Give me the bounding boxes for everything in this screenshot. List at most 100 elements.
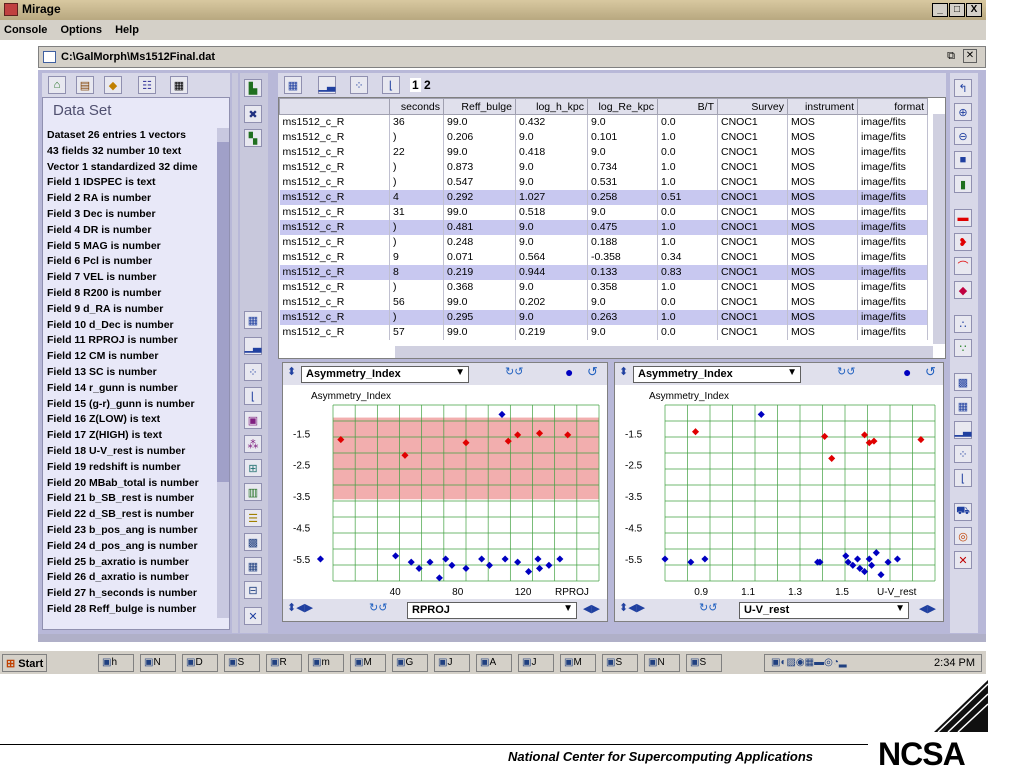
field-list-item[interactable]: Field 28 Reff_bulge is number	[47, 602, 217, 618]
stack-icon[interactable]: ☰	[244, 509, 262, 527]
field-list-item[interactable]: Field 6 Pcl is number	[47, 254, 217, 270]
axis-swap-icon[interactable]: ⬍◀▶	[619, 601, 645, 614]
field-list-item[interactable]: Field 19 redshift is number	[47, 460, 217, 476]
field-list-item[interactable]: Vector 1 standardized 32 dime	[47, 160, 217, 176]
table-row[interactable]: ms1512_c_R 36 99.0 0.432 9.0 0.0 CNOC1 MOS image…	[279, 114, 928, 130]
taskbar-button[interactable]: ▣S	[602, 654, 638, 672]
scatter-plot-2[interactable]: -1.5 -2.5 -3.5 -4.5 -5.5 Asymmetry_Index 0.9 1.…	[615, 385, 945, 601]
field-list-item[interactable]: Field 5 MAG is number	[47, 239, 217, 255]
zoom-out-icon[interactable]: ⊖	[954, 127, 972, 145]
field-list-item[interactable]: Field 12 CM is number	[47, 349, 217, 365]
table-row[interactable]: ms1512_c_R) 0.481 9.0 0.475 1.0 CNOC1 MOS image…	[279, 219, 928, 235]
open-icon[interactable]: ▚	[244, 129, 262, 147]
column-header[interactable]: log_Re_kpc	[587, 98, 658, 115]
bars-icon[interactable]: ▥	[244, 483, 262, 501]
table-row[interactable]: ms1512_c_R 56 99.0 0.202 9.0 0.0 CNOC1 MOS image…	[279, 294, 928, 310]
taskbar-button[interactable]: ▣S	[686, 654, 722, 672]
taskbar-button[interactable]: ▣m	[308, 654, 344, 672]
field-list-item[interactable]: 43 fields 32 number 10 text	[47, 144, 217, 160]
field-list-item[interactable]: Field 15 (g-r)_gunn is number	[47, 397, 217, 413]
scroll-thumb[interactable]	[217, 142, 229, 482]
rotate-icon[interactable]: ↻↺	[505, 365, 523, 378]
field-list-item[interactable]: Field 24 d_pos_ang is number	[47, 539, 217, 555]
table-vertical-scrollbar[interactable]	[933, 114, 945, 344]
field-list-item[interactable]: Field 25 b_axratio is number	[47, 555, 217, 571]
table-row[interactable]: ms1512_c_R) 0.295 9.0 0.263 1.0 CNOC1 MOS image…	[279, 309, 928, 325]
rotate-x-icon[interactable]: ↻↺	[699, 601, 717, 614]
list-icon[interactable]: ☷	[138, 76, 156, 94]
minimize-button[interactable]: _	[932, 3, 948, 17]
table-view-icon[interactable]: ▦	[284, 76, 302, 94]
arc-icon[interactable]: ⌒	[954, 257, 972, 275]
taskbar-button[interactable]: ▣J	[434, 654, 470, 672]
field-list-item[interactable]: Field 3 Dec is number	[47, 207, 217, 223]
menu-help[interactable]: Help	[115, 24, 139, 36]
y-field-select[interactable]: Asymmetry_Index ▼	[633, 366, 801, 383]
taskbar-button[interactable]: ▣D	[182, 654, 218, 672]
taskbar-button[interactable]: ▣M	[350, 654, 386, 672]
field-list-item[interactable]: Field 27 h_seconds is number	[47, 586, 217, 602]
layout-icon[interactable]: ⊟	[244, 581, 262, 599]
taskbar-button[interactable]: ▣h	[98, 654, 134, 672]
column-header[interactable]: format	[857, 98, 928, 115]
menu-console[interactable]: Console	[4, 24, 47, 36]
tree-icon[interactable]: ⊞	[244, 459, 262, 477]
field-list[interactable]: Dataset 26 entries 1 vectors 43 fields 32…	[47, 128, 217, 618]
points-icon[interactable]: ∴	[954, 315, 972, 333]
column-header[interactable]: Reff_bulge	[443, 98, 516, 115]
table-horizontal-scrollbar[interactable]	[395, 346, 933, 358]
table-row[interactable]: ms1512_c_R) 0.873 9.0 0.734 1.0 CNOC1 MOS image…	[279, 159, 928, 175]
histogram-view-icon[interactable]: ▁▃	[318, 76, 336, 94]
scatter-icon[interactable]: ⁘	[244, 363, 262, 381]
tab-1[interactable]: 1	[410, 78, 421, 92]
histogram-icon[interactable]: ▁▃	[244, 337, 262, 355]
notes-icon[interactable]: ▦	[170, 76, 188, 94]
restore-icon[interactable]: ⧉	[947, 50, 955, 63]
taskbar-button[interactable]: ▣M	[560, 654, 596, 672]
table-row[interactable]: ms1512_c_R 31 99.0 0.518 9.0 0.0 CNOC1 MOS image…	[279, 204, 928, 220]
field-list-item[interactable]: Dataset 26 entries 1 vectors	[47, 128, 217, 144]
taskbar-button[interactable]: ▣R	[266, 654, 302, 672]
scatter-view-icon[interactable]: ⁘	[350, 76, 368, 94]
table-icon[interactable]: ▦	[244, 311, 262, 329]
taskbar-button[interactable]: ▣S	[224, 654, 260, 672]
column-header[interactable]	[279, 98, 390, 115]
field-list-item[interactable]: Field 18 U-V_rest is number	[47, 444, 217, 460]
taskbar-button[interactable]: ▣J	[518, 654, 554, 672]
scatter-plot-1[interactable]: -1.5 -2.5 -3.5 -4.5 -5.5 Asymmetry_Index 40 80 1…	[283, 385, 609, 601]
column-header[interactable]: B/T	[657, 98, 718, 115]
scatter-small-icon[interactable]: ⁘	[954, 445, 972, 463]
matrix-icon[interactable]: ▦	[244, 557, 262, 575]
nav-arrows-icon[interactable]: ◀▶	[919, 602, 936, 615]
table-row[interactable]: ms1512_c_R) 0.368 9.0 0.358 1.0 CNOC1 MOS image…	[279, 279, 928, 295]
zoom-in-icon[interactable]: ⊕	[954, 103, 972, 121]
table-row[interactable]: ms1512_c_R) 0.206 9.0 0.101 1.0 CNOC1 MOS image…	[279, 129, 928, 145]
start-button[interactable]: ⊞ Start	[2, 654, 48, 672]
grid-icon[interactable]: ▩	[244, 533, 262, 551]
field-list-item[interactable]: Field 4 DR is number	[47, 223, 217, 239]
y-field-select[interactable]: Asymmetry_Index ▼	[301, 366, 469, 383]
field-list-item[interactable]: Field 13 SC is number	[47, 365, 217, 381]
field-list-item[interactable]: Field 11 RPROJ is number	[47, 333, 217, 349]
field-list-item[interactable]: Field 26 d_axratio is number	[47, 570, 217, 586]
home-icon[interactable]: ⌂	[48, 76, 66, 94]
diamond-icon[interactable]: ◆	[104, 76, 122, 94]
column-header[interactable]: Survey	[717, 98, 788, 115]
field-list-item[interactable]: Field 8 R200 is number	[47, 286, 217, 302]
field-list-item[interactable]: Field 20 MBab_total is number	[47, 476, 217, 492]
close-view-icon[interactable]: ✕	[244, 607, 262, 625]
field-list-item[interactable]: Field 2 RA is number	[47, 191, 217, 207]
broadcast-icon[interactable]: ◎	[954, 527, 972, 545]
close-button[interactable]: X	[966, 3, 982, 17]
file-frame-bar[interactable]: C:\GalMorph\Ms1512Final.dat ⧉ ✕	[38, 46, 986, 68]
axis-swap-icon[interactable]: ⬍◀▶	[287, 601, 313, 614]
clear-icon[interactable]: ✕	[954, 551, 972, 569]
field-list-item[interactable]: Field 1 IDSPEC is text	[47, 175, 217, 191]
field-list-item[interactable]: Field 17 Z(HIGH) is text	[47, 428, 217, 444]
window-titlebar[interactable]: Mirage	[0, 0, 986, 20]
remove-icon[interactable]: ✖	[244, 105, 262, 123]
color-icon[interactable]: ■	[954, 151, 972, 169]
taskbar-button[interactable]: ▣N	[140, 654, 176, 672]
histogram-small-icon[interactable]: ▁▃	[954, 421, 972, 439]
x-field-select[interactable]: RPROJ ▼	[407, 602, 577, 619]
